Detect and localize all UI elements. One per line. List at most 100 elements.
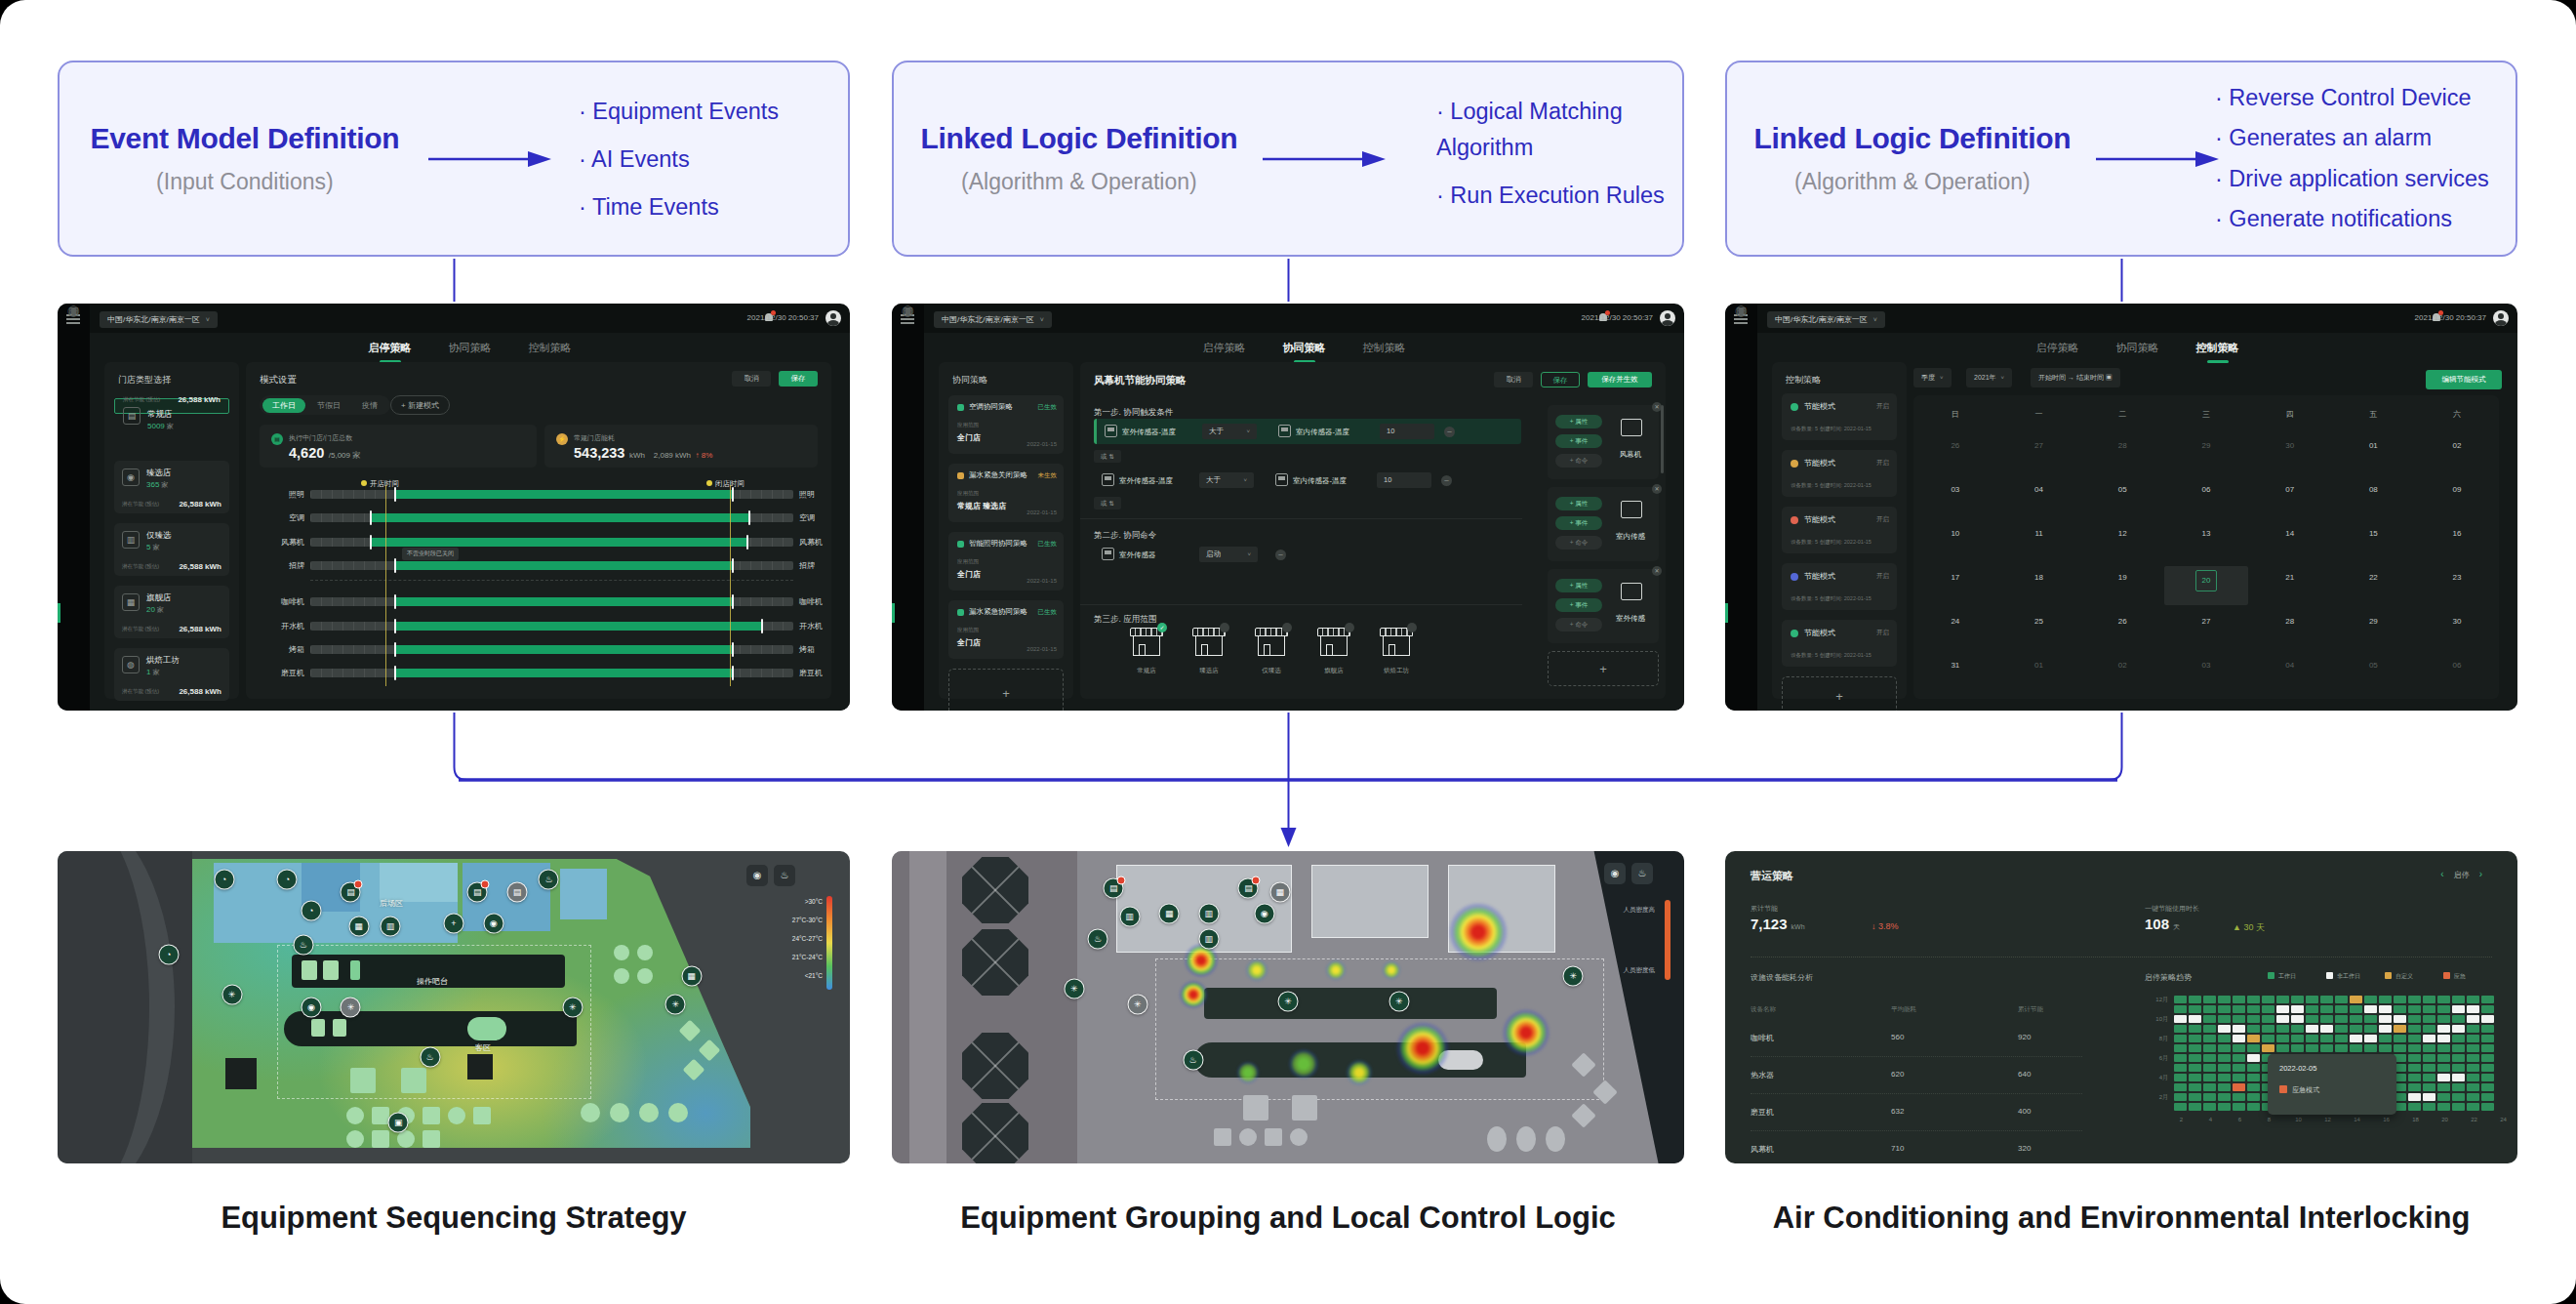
device-icon[interactable]: ✳ — [562, 998, 583, 1018]
tab-startstop[interactable]: 启停策略 — [1203, 341, 1246, 363]
grid-cell[interactable] — [2408, 1015, 2421, 1023]
grid-cell[interactable] — [2276, 1035, 2289, 1042]
grid-cell[interactable] — [2262, 1044, 2274, 1052]
calendar-day[interactable]: 17 — [1913, 566, 1997, 605]
grid-cell[interactable] — [2452, 1025, 2465, 1033]
grid-cell[interactable] — [2394, 1005, 2406, 1013]
grid-cell[interactable] — [2247, 1015, 2260, 1023]
gantt-bar[interactable] — [395, 597, 734, 606]
grid-cell[interactable] — [2247, 1054, 2260, 1062]
grid-cell[interactable] — [2481, 1074, 2494, 1081]
grid-cell[interactable] — [2189, 1025, 2201, 1033]
grid-cell[interactable] — [2437, 1083, 2450, 1091]
shop-scope-item[interactable]: 臻选店 — [1182, 628, 1236, 675]
gantt-bar[interactable] — [395, 561, 734, 570]
gantt-bar[interactable] — [395, 622, 762, 631]
gantt-track[interactable] — [310, 622, 793, 631]
calendar-day[interactable]: 22 — [2332, 566, 2416, 605]
grid-cell[interactable] — [2203, 1044, 2216, 1052]
grid-cell[interactable] — [2233, 1083, 2245, 1091]
add-attribute-button[interactable]: + 属性 — [1555, 415, 1602, 428]
grid-cell[interactable] — [2408, 996, 2421, 1003]
grid-cell[interactable] — [2189, 1103, 2201, 1111]
mode-card[interactable]: 节能模式 开启 设备数量: 5 创建时间: 2022-01-15 — [1782, 393, 1897, 440]
grid-cell[interactable] — [2452, 1103, 2465, 1111]
year-filter[interactable]: 2021年˅ — [1966, 368, 2012, 387]
grid-cell[interactable] — [2452, 1054, 2465, 1062]
location-dropdown[interactable]: 中国/华东北/南京/南京一区˅ — [100, 311, 218, 328]
device-icon[interactable]: ✳ — [1064, 978, 1084, 998]
grid-cell[interactable] — [2218, 1005, 2231, 1013]
grid-cell[interactable] — [2247, 1083, 2260, 1091]
grid-cell[interactable] — [2452, 996, 2465, 1003]
mode-chip[interactable]: 工作日 — [262, 398, 305, 413]
gantt-bar[interactable] — [371, 538, 747, 547]
add-attribute-button[interactable]: + 属性 — [1555, 497, 1602, 510]
add-command-button[interactable]: + 命令 — [1555, 618, 1602, 632]
grid-cell[interactable] — [2423, 1064, 2435, 1072]
mode-card[interactable]: 节能模式 开启 设备数量: 5 创建时间: 2022-01-15 — [1782, 563, 1897, 610]
add-mode-card[interactable]: + — [1782, 676, 1897, 711]
device-icon[interactable]: ✳ — [1127, 994, 1147, 1014]
grid-cell[interactable] — [2335, 1025, 2348, 1033]
grid-cell[interactable] — [2174, 1103, 2187, 1111]
grid-cell[interactable] — [2174, 1044, 2187, 1052]
calendar-day[interactable]: 26 — [1913, 434, 1997, 473]
avatar[interactable] — [2493, 310, 2509, 326]
calendar-day[interactable]: 03 — [2164, 654, 2248, 693]
temperature-toggle[interactable]: ♨ — [1631, 863, 1653, 884]
grid-cell[interactable] — [2379, 1005, 2392, 1013]
calendar-day[interactable]: 05 — [2332, 654, 2416, 693]
grid-cell[interactable] — [2218, 1044, 2231, 1052]
grid-cell[interactable] — [2423, 1044, 2435, 1052]
people-toggle[interactable]: ◉ — [746, 865, 768, 886]
gantt-bar[interactable] — [395, 669, 734, 677]
calendar-day[interactable]: 28 — [2080, 434, 2164, 473]
calendar-day[interactable]: 23 — [2415, 566, 2499, 605]
grid-cell[interactable] — [2262, 1005, 2274, 1013]
grid-cell[interactable] — [2174, 1083, 2187, 1091]
grid-cell[interactable] — [2394, 1035, 2406, 1042]
grid-cell[interactable] — [2247, 1064, 2260, 1072]
grid-cell[interactable] — [2203, 1083, 2216, 1091]
device-icon[interactable]: ✳ — [1278, 991, 1299, 1011]
calendar-day[interactable]: 03 — [1913, 478, 1997, 517]
grid-cell[interactable] — [2174, 1074, 2187, 1081]
grid-cell[interactable] — [2379, 1025, 2392, 1033]
calendar-day[interactable]: 02 — [2415, 434, 2499, 473]
calendar-day[interactable]: 26 — [2080, 610, 2164, 649]
grid-cell[interactable] — [2350, 1015, 2362, 1023]
grid-cell[interactable] — [2218, 996, 2231, 1003]
device-icon[interactable]: ▦ — [1159, 904, 1180, 924]
grid-cell[interactable] — [2481, 1025, 2494, 1033]
grid-cell[interactable] — [2467, 1025, 2479, 1033]
grid-cell[interactable] — [2203, 1035, 2216, 1042]
grid-cell[interactable] — [2276, 1015, 2289, 1023]
grid-cell[interactable] — [2394, 996, 2406, 1003]
grid-cell[interactable] — [2481, 1035, 2494, 1042]
grid-cell[interactable] — [2218, 1074, 2231, 1081]
grid-cell[interactable] — [2408, 1074, 2421, 1081]
grid-cell[interactable] — [2481, 1005, 2494, 1013]
add-attribute-button[interactable]: + 属性 — [1555, 579, 1602, 592]
grid-cell[interactable] — [2437, 1074, 2450, 1081]
grid-cell[interactable] — [2291, 1025, 2304, 1033]
grid-cell[interactable] — [2452, 1035, 2465, 1042]
device-icon[interactable]: ♨ — [420, 1047, 440, 1068]
grid-cell[interactable] — [2481, 1015, 2494, 1023]
store-card[interactable]: ◍ 烘焙工坊 1 家 潜在节能 (预估) 26,588 kWh — [114, 648, 229, 701]
grid-cell[interactable] — [2423, 1025, 2435, 1033]
grid-cell[interactable] — [2262, 1015, 2274, 1023]
grid-cell[interactable] — [2291, 1035, 2304, 1042]
calendar-day[interactable]: 06 — [2415, 654, 2499, 693]
location-dropdown[interactable]: 中国/华东北/南京/南京一区˅ — [934, 311, 1052, 328]
calendar-day[interactable]: 24 — [1913, 610, 1997, 649]
device-icon[interactable]: ✳ — [1389, 991, 1409, 1011]
grid-cell[interactable] — [2437, 1093, 2450, 1101]
grid-cell[interactable] — [2320, 996, 2333, 1003]
device-icon[interactable]: ▤ — [1104, 878, 1124, 899]
grid-cell[interactable] — [2394, 1044, 2406, 1052]
grid-cell[interactable] — [2291, 996, 2304, 1003]
grid-cell[interactable] — [2233, 1074, 2245, 1081]
calendar-day[interactable]: 29 — [2164, 434, 2248, 473]
